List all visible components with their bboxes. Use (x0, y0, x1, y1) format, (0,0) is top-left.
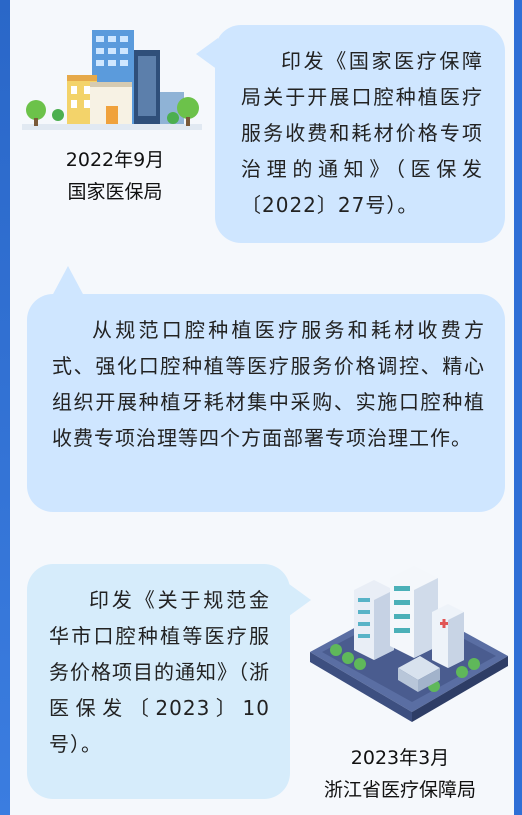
speech-bubble-2022: 印发《国家医疗保障局关于开展口腔种植医疗服务收费和耗材价格专项治理的通知》（医保… (215, 25, 505, 243)
right-edge-decoration (514, 0, 522, 815)
org-label: 国家医保局 (67, 181, 163, 203)
speech-bubble-tail (52, 266, 84, 296)
left-edge-decoration (0, 0, 10, 815)
caption-2022: 2022年9月 国家医保局 (30, 144, 200, 208)
notice-text-2023: 印发《关于规范金华市口腔种植等医疗服务价格项目的通知》（浙医保发〔2023〕10… (49, 588, 270, 756)
date-label: 2022年9月 (65, 149, 165, 171)
hospital-isometric-icon (310, 566, 508, 722)
org-label: 浙江省医疗保障局 (323, 779, 476, 801)
city-buildings-icon (22, 30, 202, 130)
notice-text-2022: 印发《国家医疗保障局关于开展口腔种植医疗服务收费和耗材价格专项治理的通知》（医保… (241, 49, 483, 217)
speech-bubble-2023: 印发《关于规范金华市口腔种植等医疗服务价格项目的通知》（浙医保发〔2023〕10… (27, 564, 290, 799)
date-label: 2023年3月 (350, 747, 450, 769)
speech-bubble-measures: 从规范口腔种植医疗服务和耗材收费方式、强化口腔种植等医疗服务价格调控、精心组织开… (27, 294, 505, 512)
measures-text: 从规范口腔种植医疗服务和耗材收费方式、强化口腔种植等医疗服务价格调控、精心组织开… (52, 318, 485, 450)
caption-2023: 2023年3月 浙江省医疗保障局 (300, 742, 500, 806)
